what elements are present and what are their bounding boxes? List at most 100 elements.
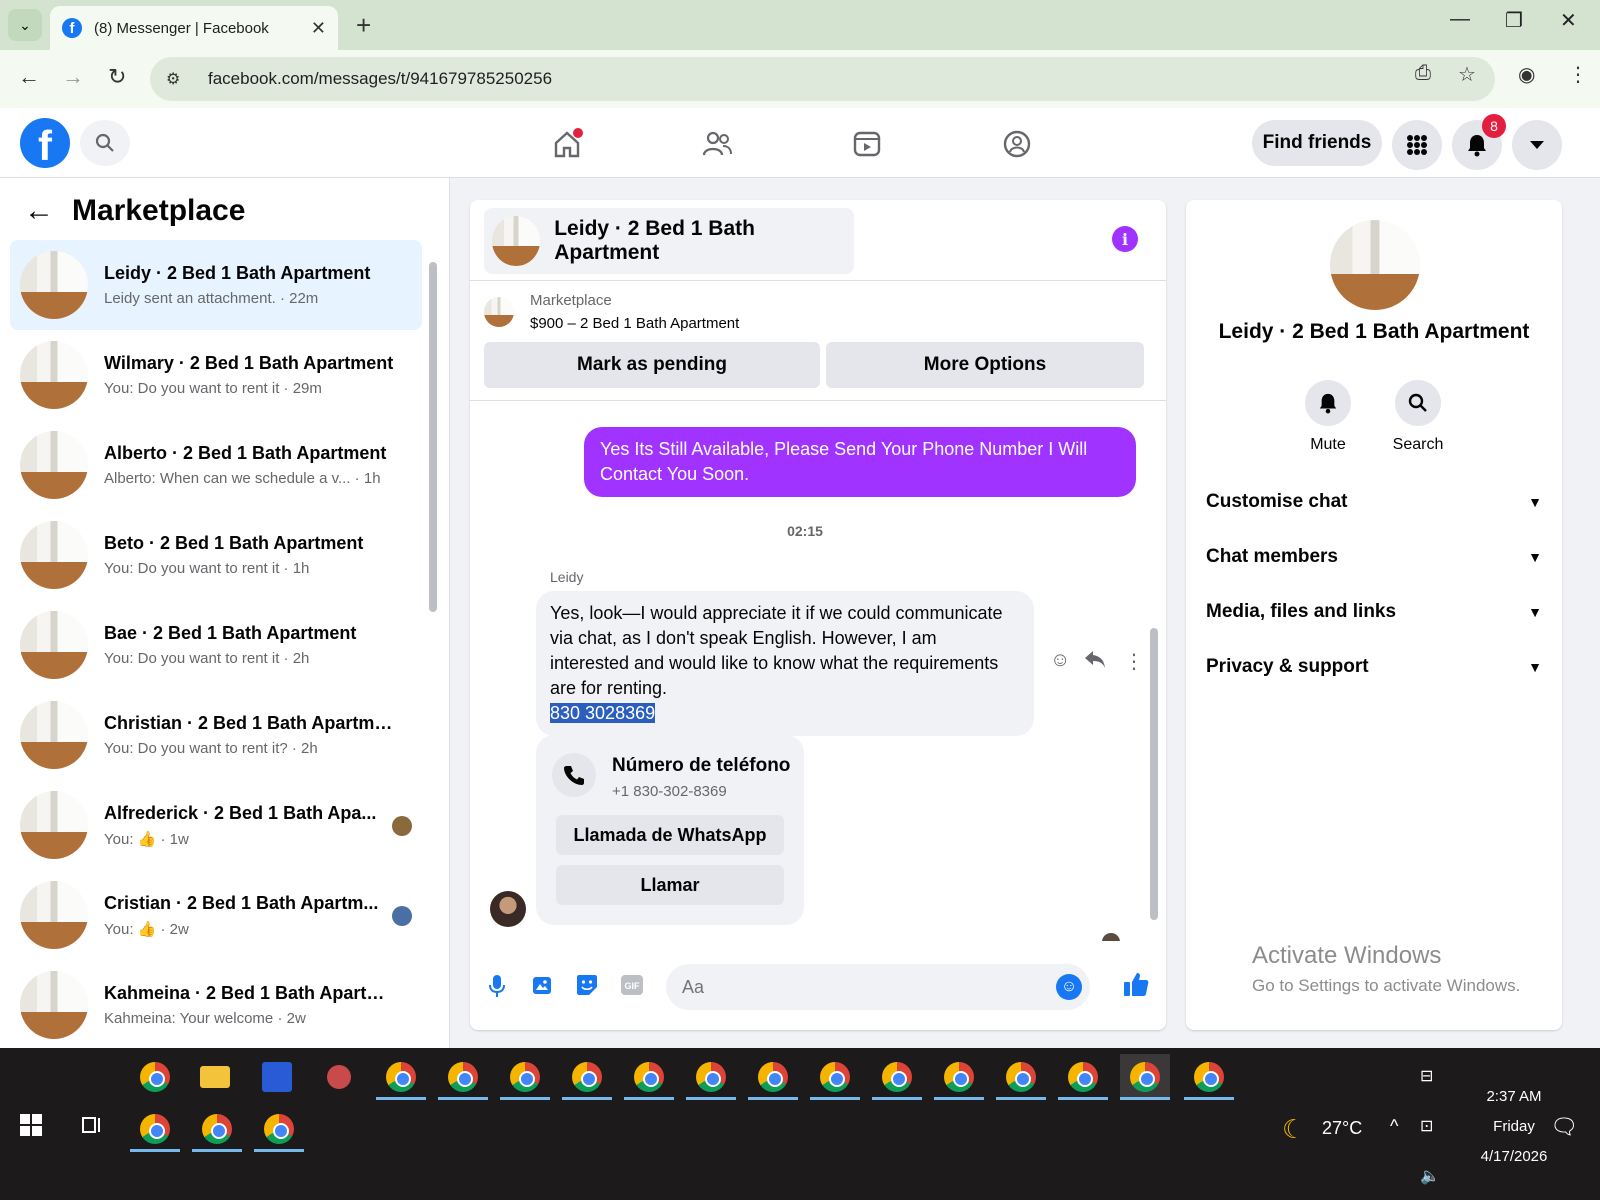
conversation-item-kahmeina[interactable]: Kahmeina · 2 Bed 1 Bath Apartm... Kahmein… [10,960,422,1048]
facebook-logo-icon[interactable]: f [20,118,70,168]
customise-chat-section[interactable]: Customise chat ▼ [1206,482,1542,522]
call-button[interactable]: Llamar [556,865,784,905]
outgoing-message[interactable]: Yes Its Still Available, Please Send You… [584,427,1136,497]
taskbar-chrome-profile[interactable] [748,1054,798,1100]
browser-tab-messenger[interactable]: f (8) Messenger | Facebook ✕ [50,6,338,50]
minimize-icon[interactable]: — [1450,8,1470,31]
profile-icon[interactable]: ◉ [1518,62,1535,87]
search-icon[interactable] [80,120,130,166]
more-options-button[interactable]: More Options [826,342,1144,388]
marketplace-listing-row[interactable]: Marketplace $900 – 2 Bed 1 Bath Apartmen… [484,292,739,332]
taskbar-file-explorer[interactable] [190,1054,240,1100]
chrome-icon [1194,1062,1224,1092]
bookmark-star-icon[interactable]: ☆ [1458,62,1476,87]
browser-menu-icon[interactable]: ⋮ [1568,62,1588,87]
conversation-item-alfrederick[interactable]: Alfrederick · 2 Bed 1 Bath Apa... You: 👍 … [10,780,422,870]
reply-icon[interactable] [1084,649,1106,675]
find-friends-button[interactable]: Find friends [1252,120,1382,166]
taskbar-chrome-profile[interactable] [1184,1054,1234,1100]
media-files-links-section[interactable]: Media, files and links ▼ [1206,592,1542,632]
weather-temperature[interactable]: 27°C [1322,1118,1362,1139]
taskbar-chrome-profile[interactable] [624,1054,674,1100]
taskbar-chrome-profile[interactable] [934,1054,984,1100]
video-icon[interactable] [847,124,887,164]
task-view-icon[interactable] [66,1102,116,1148]
conversation-list-scrollbar[interactable] [429,262,437,612]
meet-now-icon[interactable]: ⊟ [1420,1066,1433,1086]
conversation-item-alberto[interactable]: Alberto · 2 Bed 1 Bath Apartment Alberto:… [10,420,422,510]
like-thumb-icon[interactable] [1122,970,1150,1005]
microphone-icon[interactable] [488,974,506,1004]
profile-avatar[interactable] [1330,220,1420,310]
taskbar-chrome-profile[interactable] [500,1054,550,1100]
more-actions-icon[interactable]: ⋮ [1124,649,1144,674]
privacy-support-section[interactable]: Privacy & support ▼ [1206,647,1542,687]
tab-search-dropdown[interactable]: ⌄ [8,9,42,41]
taskbar-chrome-profile[interactable] [996,1054,1046,1100]
highlighted-phone-number[interactable]: 830 3028369 [550,703,656,723]
home-icon[interactable] [547,124,587,164]
gif-icon[interactable]: GIF [620,974,644,1002]
taskbar-chrome-profile[interactable] [192,1106,242,1152]
taskbar-chrome-profile[interactable] [686,1054,736,1100]
clock-date[interactable]: 4/17/2026 [1464,1148,1564,1165]
restore-icon[interactable]: ❐ [1505,8,1523,33]
taskbar-chrome-profile[interactable] [872,1054,922,1100]
close-window-icon[interactable]: ✕ [1560,8,1577,33]
search-in-conversation-button[interactable]: Search [1378,380,1458,454]
conversation-item-bae[interactable]: Bae · 2 Bed 1 Bath Apartment You: Do you … [10,600,422,690]
taskbar-chrome-app[interactable] [130,1054,180,1100]
clock-day[interactable]: Friday [1464,1118,1564,1135]
taskbar-chrome-profile[interactable] [376,1054,426,1100]
site-info-icon[interactable]: ⚙ [166,69,194,89]
conversation-item-beto[interactable]: Beto · 2 Bed 1 Bath Apartment You: Do you… [10,510,422,600]
new-tab-icon[interactable]: + [356,10,371,41]
taskbar-chrome-profile[interactable] [130,1106,180,1152]
friends-icon[interactable] [697,124,737,164]
start-button[interactable] [6,1102,56,1148]
conversation-item-christian[interactable]: Christian · 2 Bed 1 Bath Apartme... You: … [10,690,422,780]
taskbar-snipping-tool[interactable] [314,1054,364,1100]
show-hidden-icons-icon[interactable]: ^ [1390,1116,1398,1137]
conversation-item-cristian[interactable]: Cristian · 2 Bed 1 Bath Apartm... You: 👍 … [10,870,422,960]
menu-grid-icon[interactable] [1392,120,1442,170]
react-emoji-icon[interactable]: ☺ [1050,649,1070,672]
sticker-icon[interactable] [576,974,598,1002]
taskbar-chrome-profile[interactable] [438,1054,488,1100]
message-input[interactable] [666,964,1090,1010]
close-tab-icon[interactable]: ✕ [311,18,326,39]
thread-scrollbar[interactable] [1150,628,1158,920]
notifications-bell-icon[interactable]: 8 [1452,114,1506,170]
account-dropdown-icon[interactable] [1512,120,1562,170]
taskbar-app[interactable] [252,1054,302,1100]
taskbar-chrome-profile[interactable] [254,1106,304,1152]
mute-button[interactable]: Mute [1288,380,1368,454]
volume-icon[interactable]: 🔈 [1420,1166,1440,1186]
forward-icon[interactable]: → [62,64,84,90]
incoming-message[interactable]: Yes, look—I would appreciate it if we co… [536,591,1034,736]
taskbar-chrome-profile-active[interactable] [1120,1054,1170,1100]
conversation-item-leidy[interactable]: Leidy · 2 Bed 1 Bath Apartment Leidy sent… [10,240,422,330]
chat-header[interactable]: Leidy · 2 Bed 1 Bath Apartment [484,208,854,274]
conversation-item-wilmary[interactable]: Wilmary · 2 Bed 1 Bath Apartment You: Do … [10,330,422,420]
action-center-icon[interactable]: 🗨 [1550,1114,1578,1140]
back-arrow-icon[interactable]: ← [24,194,54,228]
network-icon[interactable]: ⊡ [1420,1116,1433,1136]
conversation-info-icon[interactable]: i [1112,226,1138,252]
emoji-icon[interactable]: ☺ [1056,974,1082,1000]
back-icon[interactable]: ← [18,64,40,90]
taskbar-chrome-profile[interactable] [562,1054,612,1100]
address-bar[interactable]: ⚙ facebook.com/messages/t/94167978525025… [150,57,1495,101]
photo-icon[interactable] [532,974,554,1002]
mark-as-pending-button[interactable]: Mark as pending [484,342,820,388]
clock-time[interactable]: 2:37 AM [1464,1088,1564,1105]
whatsapp-call-button[interactable]: Llamada de WhatsApp [556,815,784,855]
sender-avatar[interactable] [490,891,526,927]
taskbar-chrome-profile[interactable] [810,1054,860,1100]
install-app-icon[interactable]: ⎙ [1415,62,1431,85]
chat-members-section[interactable]: Chat members ▼ [1206,537,1542,577]
reload-icon[interactable]: ↻ [108,64,126,90]
incoming-message-text: Yes, look—I would appreciate it if we co… [550,603,1003,698]
groups-icon[interactable] [997,124,1037,164]
taskbar-chrome-profile[interactable] [1058,1054,1108,1100]
